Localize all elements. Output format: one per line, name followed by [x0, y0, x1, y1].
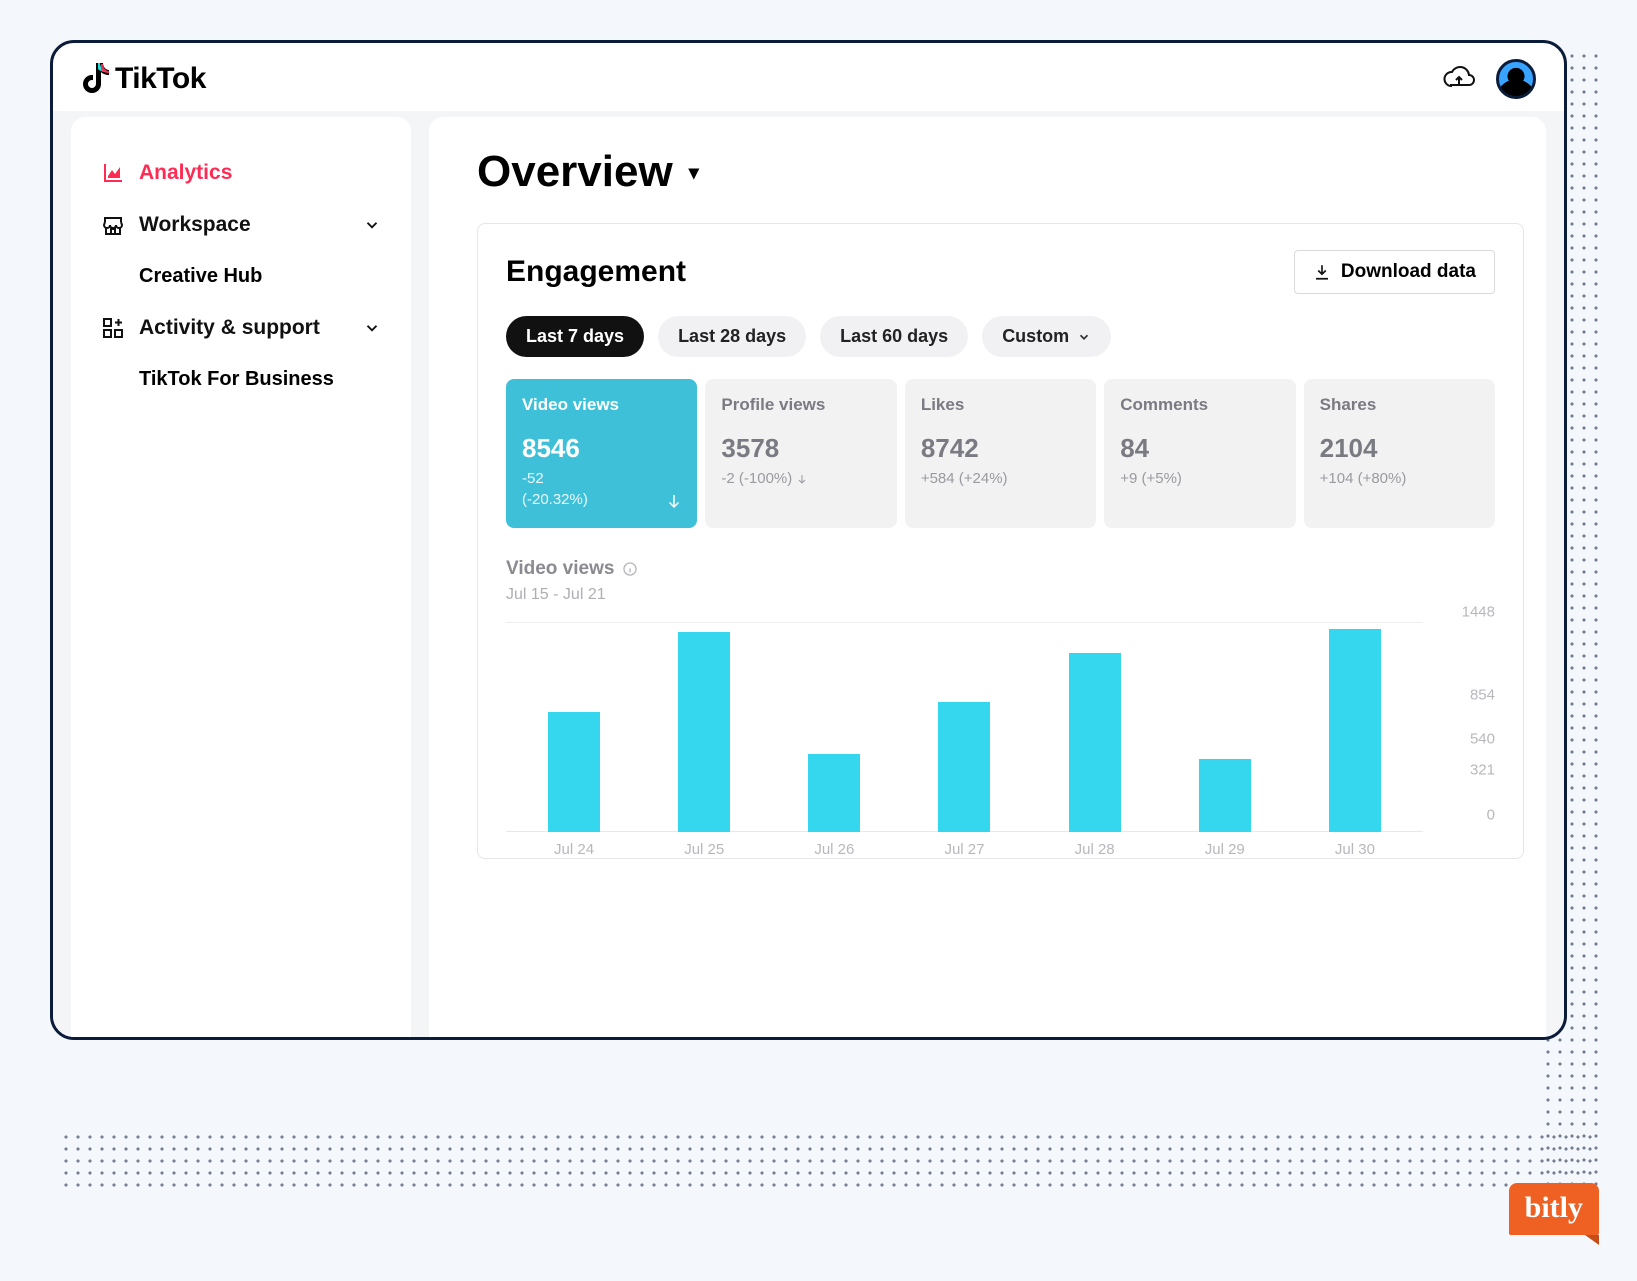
- chart-area-icon: [101, 161, 125, 185]
- metric-comments[interactable]: Comments 84 +9 (+5%): [1104, 379, 1295, 528]
- chart-x-label: Jul 26: [808, 841, 860, 858]
- brand-text: TikTok: [115, 62, 206, 96]
- range-custom[interactable]: Custom: [982, 316, 1111, 357]
- metric-delta: +584 (+24%): [921, 468, 1080, 489]
- chevron-down-icon: [1077, 330, 1091, 344]
- tiktok-note-icon: [81, 63, 109, 95]
- metric-video-views[interactable]: Video views 8546 -52 (-20.32%): [506, 379, 697, 528]
- chart-x-label: Jul 27: [938, 841, 990, 858]
- metric-label: Comments: [1120, 395, 1279, 415]
- info-icon[interactable]: [622, 561, 638, 577]
- chart-y-label: 321: [1470, 762, 1495, 779]
- sidebar: Analytics Workspace Creative Hub Activit…: [71, 117, 411, 1037]
- metric-value: 3578: [721, 433, 880, 464]
- page-title[interactable]: Overview ▾: [477, 147, 1524, 197]
- metric-delta: +9 (+5%): [1120, 468, 1279, 489]
- chart-section-title: Video views: [506, 558, 1495, 580]
- metric-value: 8742: [921, 433, 1080, 464]
- chart-section-subtitle: Jul 15 - Jul 21: [506, 586, 1495, 604]
- decorative-dots-bottom: [60, 1131, 1597, 1191]
- caret-down-icon: ▾: [689, 160, 699, 185]
- metric-label: Profile views: [721, 395, 880, 415]
- card-title: Engagement: [506, 255, 686, 289]
- metric-delta: -2 (-100%): [721, 468, 880, 489]
- page-title-text: Overview: [477, 147, 673, 197]
- storefront-icon: [101, 213, 125, 237]
- chart-bar[interactable]: [1069, 653, 1121, 832]
- metric-value: 2104: [1320, 433, 1479, 464]
- chart-bar[interactable]: [938, 702, 990, 832]
- arrow-down-icon: [665, 492, 683, 510]
- sidebar-item-workspace[interactable]: Workspace: [95, 199, 387, 251]
- metric-delta: -52 (-20.32%): [522, 468, 681, 510]
- chart-x-label: Jul 29: [1199, 841, 1251, 858]
- bitly-watermark: bitly: [1509, 1183, 1599, 1235]
- app-window: TikTok Analytics Workspace Creative Hub: [50, 40, 1567, 1040]
- metric-shares[interactable]: Shares 2104 +104 (+80%): [1304, 379, 1495, 528]
- arrow-down-icon: [796, 473, 808, 485]
- topbar: TikTok: [53, 43, 1564, 111]
- chart-x-label: Jul 28: [1069, 841, 1121, 858]
- sidebar-item-label: Activity & support: [139, 316, 320, 340]
- metric-delta: +104 (+80%): [1320, 468, 1479, 489]
- download-label: Download data: [1341, 261, 1476, 283]
- sidebar-item-activity-support[interactable]: Activity & support: [95, 302, 387, 354]
- main-content: Overview ▾ Engagement Download data Last…: [429, 117, 1546, 1037]
- chart-bar[interactable]: [548, 712, 600, 832]
- brand-logo[interactable]: TikTok: [81, 62, 206, 96]
- chart-x-label: Jul 24: [548, 841, 600, 858]
- chart-bar[interactable]: [808, 754, 860, 832]
- metric-tiles: Video views 8546 -52 (-20.32%) Profile v…: [506, 379, 1495, 528]
- range-last-28-days[interactable]: Last 28 days: [658, 316, 806, 357]
- metric-label: Likes: [921, 395, 1080, 415]
- sidebar-item-label: Creative Hub: [139, 265, 262, 287]
- chevron-down-icon: [363, 216, 381, 234]
- chart-y-label: 854: [1470, 687, 1495, 704]
- metric-label: Video views: [522, 395, 681, 415]
- chevron-down-icon: [363, 319, 381, 337]
- chart-bar[interactable]: [1199, 759, 1251, 832]
- chart-y-label: 1448: [1462, 604, 1495, 621]
- metric-value: 8546: [522, 433, 681, 464]
- sidebar-item-label: TikTok For Business: [139, 368, 334, 390]
- chart-x-label: Jul 30: [1329, 841, 1381, 858]
- chart-y-label: 540: [1470, 731, 1495, 748]
- chart-bar[interactable]: [678, 632, 730, 832]
- grid-plus-icon: [101, 316, 125, 340]
- upload-cloud-icon[interactable]: [1442, 66, 1476, 92]
- metric-profile-views[interactable]: Profile views 3578 -2 (-100%): [705, 379, 896, 528]
- download-data-button[interactable]: Download data: [1294, 250, 1495, 294]
- sidebar-item-analytics[interactable]: Analytics: [95, 147, 387, 199]
- metric-value: 84: [1120, 433, 1279, 464]
- metric-label: Shares: [1320, 395, 1479, 415]
- chart-x-label: Jul 25: [678, 841, 730, 858]
- chart-bar[interactable]: [1329, 629, 1381, 832]
- date-range-pills: Last 7 days Last 28 days Last 60 days Cu…: [506, 316, 1495, 357]
- avatar[interactable]: [1496, 59, 1536, 99]
- video-views-chart: Jul 24 Jul 25 Jul 26 Jul 27 Jul 28 Jul 29 Jul …: [506, 622, 1495, 858]
- sidebar-item-tiktok-for-business[interactable]: TikTok For Business: [95, 354, 387, 405]
- engagement-card: Engagement Download data Last 7 days Las…: [477, 223, 1524, 859]
- sidebar-item-label: Workspace: [139, 213, 251, 237]
- chart-y-label: 0: [1487, 807, 1495, 824]
- range-last-7-days[interactable]: Last 7 days: [506, 316, 644, 357]
- sidebar-item-creative-hub[interactable]: Creative Hub: [95, 251, 387, 302]
- sidebar-item-label: Analytics: [139, 161, 232, 185]
- metric-likes[interactable]: Likes 8742 +584 (+24%): [905, 379, 1096, 528]
- range-last-60-days[interactable]: Last 60 days: [820, 316, 968, 357]
- download-icon: [1313, 263, 1331, 281]
